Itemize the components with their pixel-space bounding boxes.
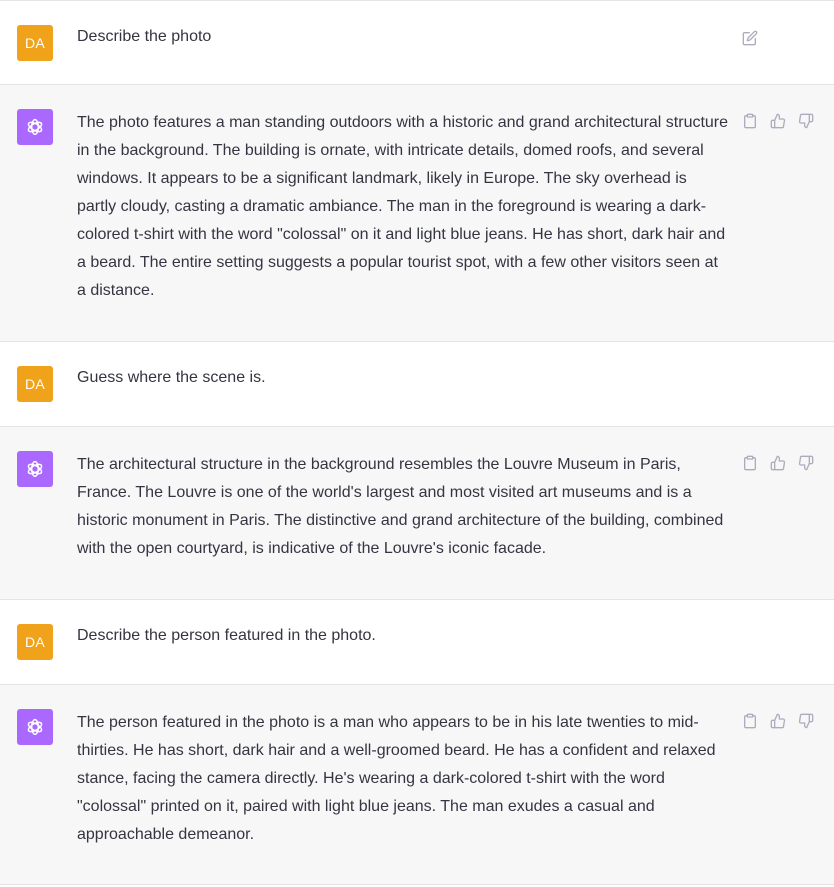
- copy-button[interactable]: [740, 111, 760, 131]
- assistant-message: The person featured in the photo is a ma…: [0, 685, 834, 885]
- user-message-text: Guess where the scene is.: [77, 369, 266, 386]
- thumbs-up-icon: [770, 455, 786, 471]
- user-message-text: Describe the photo: [77, 28, 212, 45]
- user-avatar: DA: [17, 366, 53, 402]
- thumbs-down-icon: [798, 113, 814, 129]
- edit-icon: [742, 30, 758, 46]
- assistant-message-text: The photo features a man standing outdoo…: [77, 114, 729, 299]
- openai-logo-icon: [27, 718, 43, 736]
- openai-logo-icon: [27, 460, 43, 478]
- openai-logo-icon: [27, 118, 43, 136]
- assistant-message: The photo features a man standing outdoo…: [0, 85, 834, 342]
- copy-button[interactable]: [740, 453, 760, 473]
- user-avatar: DA: [17, 624, 53, 660]
- assistant-avatar: [17, 451, 53, 487]
- user-message: DA Guess where the scene is.: [0, 342, 834, 427]
- thumbs-down-icon: [798, 455, 814, 471]
- clipboard-icon: [744, 113, 756, 129]
- assistant-avatar: [17, 709, 53, 745]
- edit-message-button[interactable]: [740, 28, 760, 48]
- assistant-message: The architectural structure in the backg…: [0, 427, 834, 600]
- clipboard-icon: [744, 455, 756, 471]
- assistant-message-text: The person featured in the photo is a ma…: [77, 714, 716, 843]
- thumbs-down-button[interactable]: [796, 711, 816, 731]
- thumbs-up-button[interactable]: [768, 711, 788, 731]
- user-message: DA Describe the person featured in the p…: [0, 600, 834, 685]
- thumbs-up-button[interactable]: [768, 453, 788, 473]
- thumbs-up-icon: [770, 713, 786, 729]
- assistant-message-text: The architectural structure in the backg…: [77, 456, 724, 557]
- thumbs-down-icon: [798, 713, 814, 729]
- thumbs-up-icon: [770, 113, 786, 129]
- chat-thread: DA Describe the photo The photo features…: [0, 0, 834, 885]
- thumbs-up-button[interactable]: [768, 111, 788, 131]
- clipboard-icon: [744, 713, 756, 729]
- user-message: DA Describe the photo: [0, 1, 834, 85]
- thumbs-down-button[interactable]: [796, 453, 816, 473]
- assistant-avatar: [17, 109, 53, 145]
- user-avatar: DA: [17, 25, 53, 61]
- copy-button[interactable]: [740, 711, 760, 731]
- thumbs-down-button[interactable]: [796, 111, 816, 131]
- user-message-text: Describe the person featured in the phot…: [77, 627, 376, 644]
